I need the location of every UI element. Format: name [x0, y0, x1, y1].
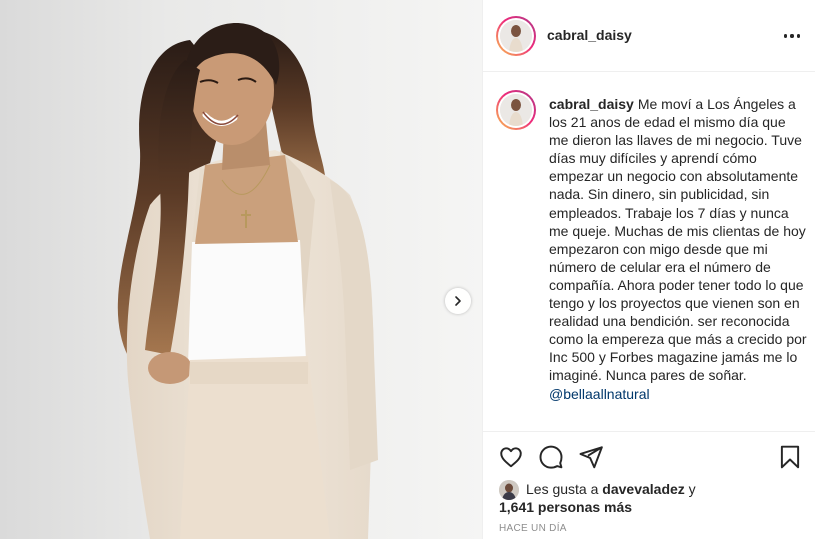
avatar[interactable] [496, 16, 536, 56]
avatar-image [500, 94, 532, 126]
caption-avatar[interactable] [496, 90, 536, 130]
instagram-post: cabral_daisy cabral_daisy Me moví a Los Á… [0, 0, 815, 539]
avatar-image [500, 20, 532, 52]
caption-username[interactable]: cabral_daisy [549, 96, 634, 112]
likes-prefix: Les gusta a [526, 481, 599, 497]
bookmark-icon[interactable] [777, 444, 803, 470]
likes-conjunction: y [688, 481, 696, 497]
post-caption: cabral_daisy Me moví a Los Ángeles a los … [549, 95, 807, 403]
avatar-image [499, 480, 519, 500]
share-icon[interactable] [578, 444, 604, 470]
likes-text: Les gusta a davevaladez y [526, 480, 696, 498]
heart-icon[interactable] [498, 444, 524, 470]
caption-section: cabral_daisy Me moví a Los Ángeles a los … [483, 72, 815, 432]
post-actions [483, 442, 815, 474]
username[interactable]: cabral_daisy [547, 27, 632, 43]
post-image [0, 0, 482, 539]
caption-text: Me moví a Los Ángeles a los 21 anos de e… [549, 96, 807, 384]
post-side-panel: cabral_daisy cabral_daisy Me moví a Los Á… [482, 0, 815, 539]
likes-count-link[interactable]: 1,641 personas más [499, 498, 632, 516]
liked-by-user-link[interactable]: davevaladez [602, 481, 685, 497]
more-options-icon[interactable] [784, 28, 800, 44]
liker-avatar[interactable] [499, 480, 519, 500]
comment-icon[interactable] [538, 444, 564, 470]
post-photo[interactable] [0, 0, 482, 539]
post-timestamp[interactable]: HACE UN DÍA [499, 523, 567, 534]
post-header: cabral_daisy [483, 0, 815, 72]
next-photo-button[interactable] [445, 288, 471, 314]
caption-mention-link[interactable]: @bellaallnatural [549, 385, 650, 403]
chevron-right-icon [455, 296, 461, 306]
